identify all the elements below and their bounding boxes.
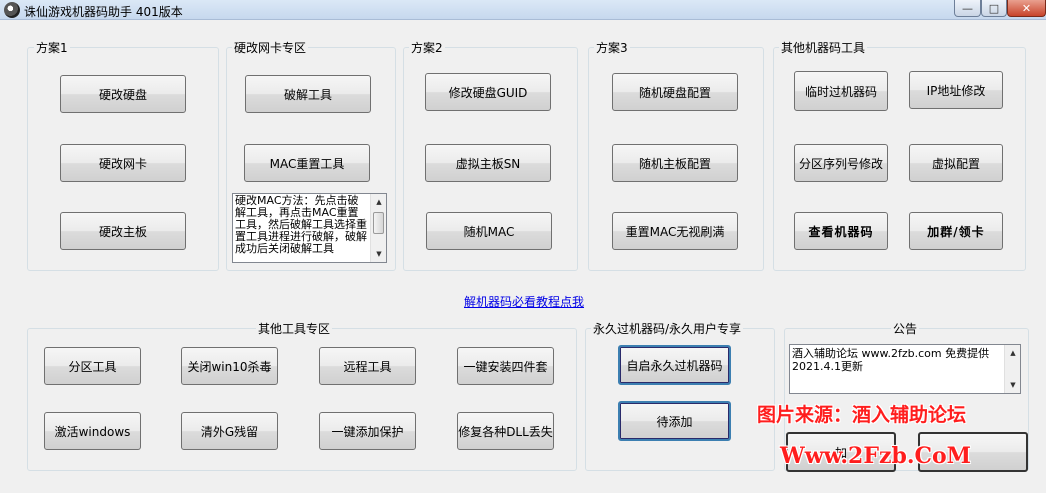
partition-tool-button[interactable]: 分区工具 (44, 347, 141, 385)
title-bar[interactable]: 诛仙游戏机器码助手 401版本 — □ ✕ (0, 0, 1046, 20)
other-machine-code-label: 其他机器码工具 (779, 39, 868, 56)
crack-tool-button[interactable]: 破解工具 (245, 75, 371, 113)
plan1-label: 方案1 (34, 39, 70, 56)
notice-scroll-up-icon[interactable]: ▲ (1005, 345, 1020, 361)
remote-tool-button[interactable]: 远程工具 (319, 347, 416, 385)
activate-windows-button[interactable]: 激活windows (44, 412, 141, 450)
modify-disk-guid-button[interactable]: 修改硬盘GUID (425, 73, 551, 111)
hard-modify-nic-button[interactable]: 硬改网卡 (60, 144, 186, 182)
clean-plugin-residue-button[interactable]: 清外G残留 (181, 412, 278, 450)
temp-bypass-machine-code-button[interactable]: 临时过机器码 (794, 71, 888, 111)
notice-scrollbar[interactable]: ▲ ▼ (1004, 345, 1020, 393)
one-click-add-protection-button[interactable]: 一键添加保护 (319, 412, 416, 450)
scroll-thumb[interactable] (373, 212, 384, 234)
maximize-button[interactable]: □ (981, 0, 1007, 17)
random-motherboard-config-button[interactable]: 随机主板配置 (612, 144, 738, 182)
main-window: 诛仙游戏机器码助手 401版本 — □ ✕ 方案1 硬改硬盘 硬改网卡 硬改主板… (0, 0, 1046, 493)
mac-instructions-textbox[interactable]: 硬改MAC方法：先点击破解工具，再点击MAC重置工具，然后破解工具选择重置工具进… (232, 193, 387, 263)
random-mac-button[interactable]: 随机MAC (426, 212, 552, 250)
join-group-get-card-button[interactable]: 加群/领卡 (909, 212, 1003, 250)
to-be-added-button[interactable]: 待添加 (618, 401, 731, 441)
disable-win10-antivirus-button[interactable]: 关闭win10杀毒 (181, 347, 278, 385)
random-disk-config-button[interactable]: 随机硬盘配置 (612, 73, 738, 111)
hard-modify-motherboard-button[interactable]: 硬改主板 (60, 212, 186, 250)
scroll-down-icon[interactable]: ▼ (371, 246, 386, 262)
watermark-source: 图片来源：酒入辅助论坛 (757, 404, 967, 426)
plan3-label: 方案3 (594, 39, 630, 56)
window-title: 诛仙游戏机器码助手 401版本 (24, 5, 183, 19)
notice-label: 公告 (891, 320, 920, 337)
plan2-label: 方案2 (409, 39, 445, 56)
app-icon (4, 2, 20, 18)
watermark-url: Www.2Fzb.CoM (780, 443, 972, 469)
reset-mac-ignore-full-button[interactable]: 重置MAC无视刷满 (612, 212, 738, 250)
virtual-motherboard-sn-button[interactable]: 虚拟主板SN (425, 144, 551, 182)
other-tools-label: 其他工具专区 (256, 320, 333, 337)
minimize-button[interactable]: — (954, 0, 981, 17)
mac-instructions-text: 硬改MAC方法：先点击破解工具，再点击MAC重置工具，然后破解工具选择重置工具进… (235, 194, 367, 255)
virtual-config-button[interactable]: 虚拟配置 (909, 144, 1003, 182)
notice-textbox[interactable]: 酒入辅助论坛 www.2fzb.com 免费提供 2021.4.1更新 ▲ ▼ (789, 344, 1021, 394)
notice-text: 酒入辅助论坛 www.2fzb.com 免费提供 2021.4.1更新 (792, 347, 990, 373)
repair-dll-missing-button[interactable]: 修复各种DLL丢失 (457, 412, 554, 450)
tutorial-link[interactable]: 解机器码必看教程点我 (464, 293, 584, 310)
notice-scroll-down-icon[interactable]: ▼ (1005, 377, 1020, 393)
mac-reset-tool-button[interactable]: MAC重置工具 (244, 144, 370, 182)
install-four-pack-button[interactable]: 一键安装四件套 (457, 347, 554, 385)
ip-address-modify-button[interactable]: IP地址修改 (909, 71, 1003, 109)
memo-scrollbar[interactable]: ▲ ▼ (370, 194, 386, 262)
close-button[interactable]: ✕ (1007, 0, 1046, 17)
hard-modify-disk-button[interactable]: 硬改硬盘 (60, 75, 186, 113)
view-machine-code-button[interactable]: 查看机器码 (794, 212, 888, 250)
partition-serial-modify-button[interactable]: 分区序列号修改 (794, 144, 888, 182)
nic-label: 硬改网卡专区 (232, 39, 309, 56)
permanent-label: 永久过机器码/永久用户专享 (591, 320, 744, 337)
scroll-up-icon[interactable]: ▲ (371, 194, 386, 210)
auto-permanent-bypass-button[interactable]: 自启永久过机器码 (618, 345, 731, 385)
